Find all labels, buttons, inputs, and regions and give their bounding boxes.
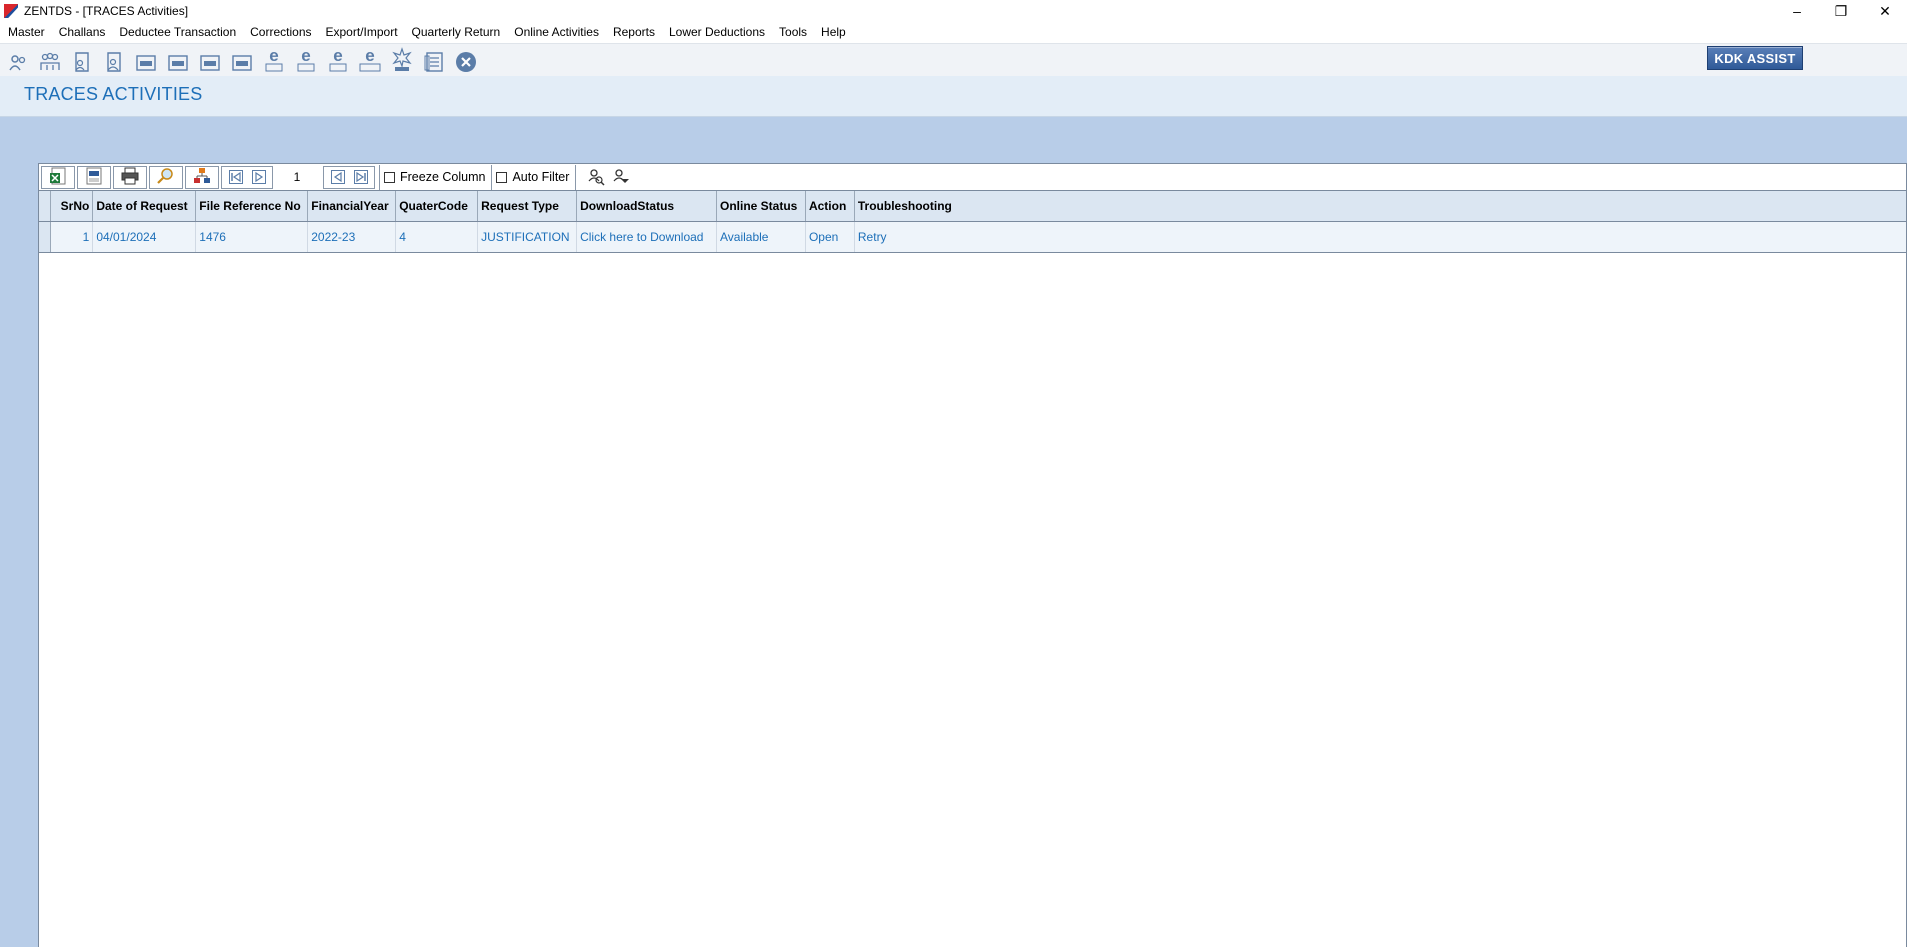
- form-24q-badge-icon[interactable]: [134, 47, 158, 73]
- e-26q-icon[interactable]: e: [294, 47, 318, 73]
- menu-help[interactable]: Help: [814, 22, 853, 43]
- page-header: TRACES ACTIVITIES: [0, 76, 1907, 117]
- window-title: ZENTDS - [TRACES Activities]: [24, 4, 189, 18]
- deductor-icon[interactable]: [6, 47, 30, 73]
- column-header-request-type[interactable]: Request Type: [477, 191, 578, 222]
- user-search-icon[interactable]: [584, 167, 607, 188]
- column-header-quater-code[interactable]: QuaterCode: [395, 191, 479, 222]
- auto-filter-label: Auto Filter: [512, 170, 570, 184]
- menu-master[interactable]: Master: [1, 22, 52, 43]
- hierarchy-icon: [193, 167, 211, 188]
- svg-text:e: e: [269, 47, 278, 65]
- menu-challans[interactable]: Challans: [52, 22, 113, 43]
- column-header-financial-year[interactable]: FinancialYear: [307, 191, 397, 222]
- export-csv-button[interactable]: [77, 165, 111, 189]
- cell-quater-code: 4: [395, 221, 479, 253]
- auto-filter-option[interactable]: Auto Filter: [491, 164, 577, 190]
- retry-link[interactable]: Retry: [854, 221, 1906, 253]
- menu-corrections[interactable]: Corrections: [243, 22, 318, 43]
- nav-prev-last-group: [323, 165, 375, 189]
- main-toolbar: e e e e: [0, 43, 1907, 76]
- page-title: TRACES ACTIVITIES: [24, 84, 203, 104]
- download-link[interactable]: Click here to Download: [576, 221, 717, 253]
- cell-file-reference-no: 1476: [195, 221, 309, 253]
- document-list-icon[interactable]: [422, 47, 446, 73]
- e-24q-icon[interactable]: e: [262, 47, 286, 73]
- e-27eq-icon[interactable]: e: [358, 47, 382, 73]
- minimize-button[interactable]: –: [1775, 0, 1819, 22]
- column-header-date-of-request[interactable]: Date of Request: [92, 191, 197, 222]
- row-selector-header: [39, 191, 52, 222]
- column-header-download-status[interactable]: DownloadStatus: [576, 191, 717, 222]
- find-button[interactable]: [149, 165, 183, 189]
- deductors-group-icon[interactable]: [38, 47, 62, 73]
- svg-text:e: e: [365, 47, 374, 65]
- app-logo-icon: [4, 4, 18, 18]
- menu-quarterly-return[interactable]: Quarterly Return: [405, 22, 508, 43]
- freeze-column-label: Freeze Column: [400, 170, 486, 184]
- export-excel-button[interactable]: [41, 165, 75, 189]
- excel-icon: [49, 167, 67, 188]
- cell-request-type: JUSTIFICATION: [477, 221, 578, 253]
- form-27q-badge-icon[interactable]: [198, 47, 222, 73]
- menu-deductee-transaction[interactable]: Deductee Transaction: [112, 22, 243, 43]
- close-circle-icon[interactable]: [454, 47, 478, 73]
- auto-filter-checkbox[interactable]: [496, 171, 508, 183]
- menu-bar: Master Challans Deductee Transaction Cor…: [0, 22, 1907, 43]
- row-selector[interactable]: [39, 221, 52, 253]
- form-26q-badge-icon[interactable]: [166, 47, 190, 73]
- open-action-link[interactable]: Open: [805, 221, 855, 253]
- column-header-troubleshooting[interactable]: Troubleshooting: [854, 191, 1906, 222]
- menu-online-activities[interactable]: Online Activities: [507, 22, 606, 43]
- window-controls: – ❐ ✕: [1775, 0, 1907, 22]
- tds-icon[interactable]: [390, 47, 414, 73]
- kdk-assist-button[interactable]: KDK ASSIST: [1707, 46, 1803, 70]
- csv-icon: [85, 167, 103, 188]
- column-header-action[interactable]: Action: [805, 191, 855, 222]
- svg-text:e: e: [301, 47, 310, 65]
- grid-empty-area: [39, 253, 1906, 947]
- grid-toolbar: 1 Freeze Column Auto Filter: [39, 164, 1906, 191]
- form-24q-icon[interactable]: [70, 47, 94, 73]
- user-filter-icon[interactable]: [609, 167, 632, 188]
- menu-reports[interactable]: Reports: [606, 22, 662, 43]
- cell-date-of-request: 04/01/2024: [92, 221, 197, 253]
- grid-panel: 1 Freeze Column Auto Filter SrNo Date of…: [38, 163, 1907, 947]
- cell-online-status: Available: [716, 221, 806, 253]
- cell-srno: 1: [50, 221, 94, 253]
- column-header-file-reference-no[interactable]: File Reference No: [195, 191, 309, 222]
- table-row[interactable]: 1 04/01/2024 1476 2022-23 4 JUSTIFICATIO…: [39, 221, 1906, 253]
- e-27q-icon[interactable]: e: [326, 47, 350, 73]
- menu-lower-deductions[interactable]: Lower Deductions: [662, 22, 772, 43]
- column-header-srno[interactable]: SrNo: [50, 191, 94, 222]
- print-button[interactable]: [113, 165, 147, 189]
- restore-button[interactable]: ❐: [1819, 0, 1863, 22]
- magnifier-icon: [157, 167, 175, 188]
- svg-text:e: e: [333, 47, 342, 65]
- first-page-icon[interactable]: [224, 167, 247, 188]
- cell-financial-year: 2022-23: [307, 221, 397, 253]
- freeze-column-option[interactable]: Freeze Column: [379, 164, 491, 190]
- menu-tools[interactable]: Tools: [772, 22, 814, 43]
- page-number[interactable]: 1: [273, 170, 321, 184]
- freeze-column-checkbox[interactable]: [384, 171, 395, 183]
- column-header-online-status[interactable]: Online Status: [716, 191, 806, 222]
- title-bar: ZENTDS - [TRACES Activities] – ❐ ✕: [0, 0, 1907, 22]
- previous-page-icon[interactable]: [326, 167, 349, 188]
- group-button[interactable]: [185, 165, 219, 189]
- table-header-row: SrNo Date of Request File Reference No F…: [39, 191, 1906, 222]
- last-page-icon[interactable]: [349, 167, 372, 188]
- nav-first-prev-group: [221, 165, 273, 189]
- form-27eq-badge-icon[interactable]: [230, 47, 254, 73]
- form-26q-icon[interactable]: [102, 47, 126, 73]
- menu-export-import[interactable]: Export/Import: [319, 22, 405, 43]
- next-page-icon[interactable]: [247, 167, 270, 188]
- traces-activities-table: SrNo Date of Request File Reference No F…: [39, 191, 1906, 253]
- printer-icon: [121, 167, 139, 188]
- close-button[interactable]: ✕: [1863, 0, 1907, 22]
